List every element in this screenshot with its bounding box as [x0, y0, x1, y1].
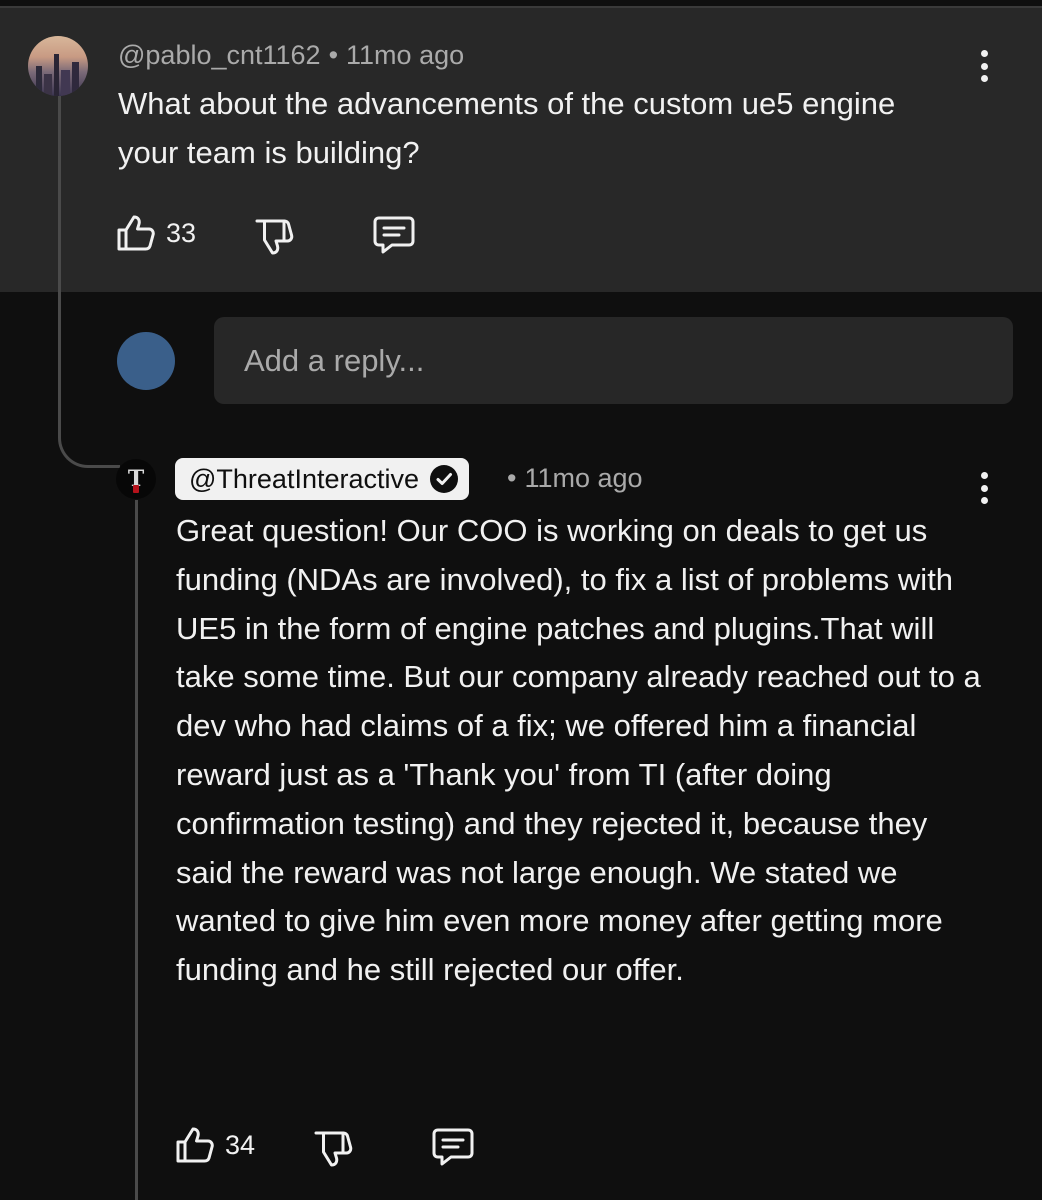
meta-separator: •: [328, 40, 339, 70]
channel-owner-badge[interactable]: @ThreatInteractive: [175, 458, 470, 500]
thumbs-up-icon: [117, 215, 155, 251]
like-button[interactable]: 34: [175, 1126, 255, 1164]
parent-comment-text: What about the advancements of the custo…: [118, 86, 896, 170]
reply-button[interactable]: [431, 1127, 475, 1167]
thread-line: [58, 96, 61, 431]
verified-check-icon: [430, 465, 459, 493]
more-vertical-icon[interactable]: [974, 468, 994, 508]
thumbs-down-icon: [255, 219, 294, 255]
more-vertical-icon[interactable]: [974, 46, 994, 86]
like-count: 34: [225, 1129, 256, 1160]
thumbs-up-icon: [176, 1127, 214, 1163]
reply-comment-text: Great question! Our COO is working on de…: [176, 513, 981, 988]
reply-input-placeholder: Add a reply...: [244, 342, 425, 378]
comment-icon: [373, 216, 415, 254]
comment-icon: [432, 1128, 474, 1166]
avatar[interactable]: [28, 36, 88, 96]
dislike-button[interactable]: [313, 1130, 353, 1168]
reply-comment-time[interactable]: 11mo ago: [524, 463, 642, 493]
reply-button[interactable]: [372, 215, 416, 255]
dislike-button[interactable]: [254, 218, 294, 256]
avatar[interactable]: T: [116, 459, 156, 499]
parent-comment-time[interactable]: 11mo ago: [346, 40, 464, 70]
top-divider: [0, 0, 1042, 8]
reply-comment-author: @ThreatInteractive: [189, 463, 420, 494]
like-count: 33: [166, 217, 197, 248]
like-button[interactable]: 33: [116, 214, 196, 252]
reply-comment-meta: • 11mo ago: [507, 463, 643, 494]
meta-separator: •: [507, 463, 517, 493]
reply-input[interactable]: Add a reply...: [214, 317, 1013, 404]
thumbs-down-icon: [314, 1131, 353, 1167]
parent-comment-meta: @pablo_cnt1162 • 11mo ago: [118, 40, 464, 71]
parent-comment-author[interactable]: @pablo_cnt1162: [118, 40, 321, 70]
reply-thread-line: [135, 500, 138, 1200]
thread-connector: [58, 400, 120, 468]
avatar: [117, 332, 175, 390]
